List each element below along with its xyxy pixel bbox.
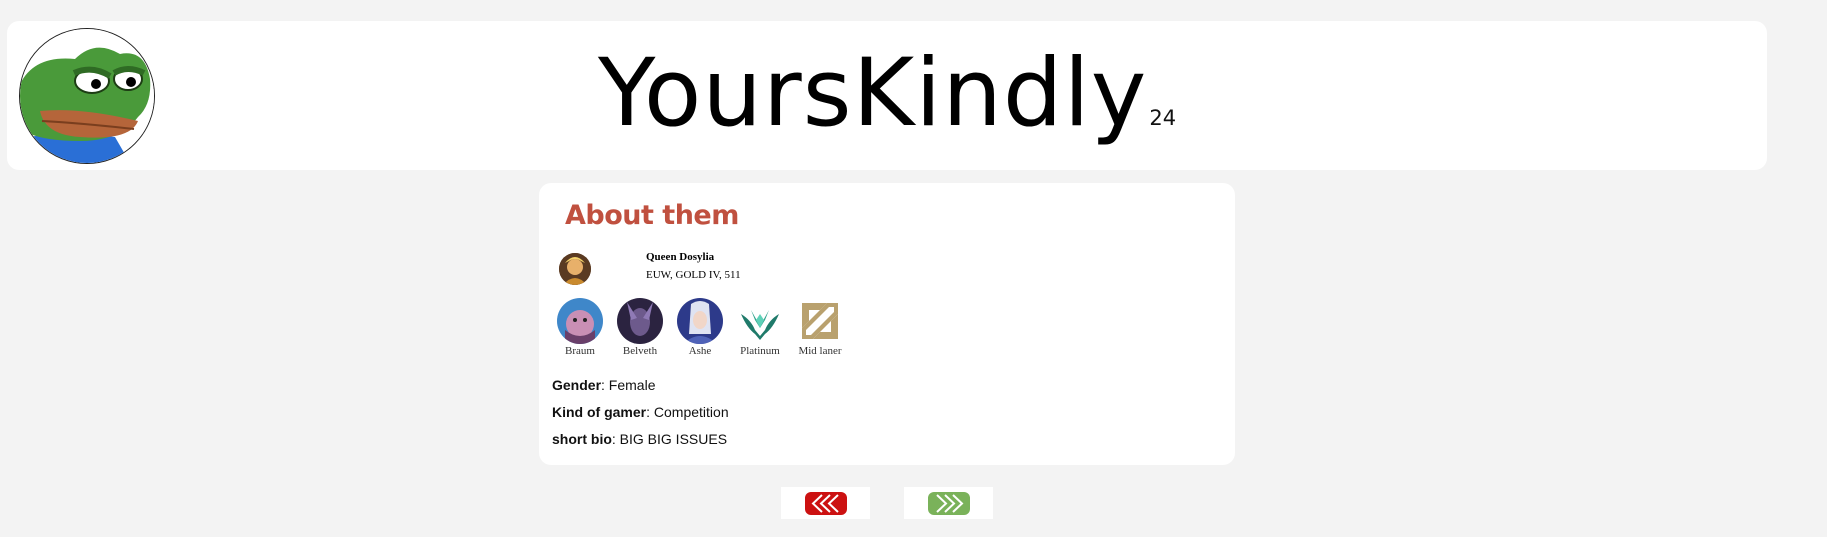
header-bar: YoursKindly24	[7, 21, 1767, 170]
info-kind-of-gamer: Kind of gamer: Competition	[552, 404, 729, 420]
info-value: : Female	[601, 377, 656, 393]
badge-label: Mid laner	[798, 345, 842, 357]
info-value: : BIG BIG ISSUES	[611, 431, 728, 447]
profile-name: Queen Dosylia	[646, 251, 715, 263]
badge-label: Belveth	[622, 345, 658, 357]
belveth-champion-icon	[617, 298, 663, 344]
badge-ashe[interactable]: Ashe	[670, 298, 730, 357]
info-value: : Competition	[646, 404, 729, 420]
braum-champion-icon	[557, 298, 603, 344]
next-button[interactable]	[928, 492, 970, 515]
info-short-bio: short bio: BIG BIG ISSUES	[552, 431, 727, 447]
profile-details: EUW, GOLD IV, 511	[646, 269, 741, 281]
card-heading: About them	[565, 200, 739, 231]
info-key: short bio	[552, 431, 612, 447]
title-text: YoursKindly	[597, 39, 1148, 148]
prev-button-box	[781, 487, 870, 519]
info-gender: Gender: Female	[552, 377, 655, 393]
title-superscript: 24	[1149, 106, 1177, 130]
info-key: Gender	[552, 377, 602, 393]
badge-label: Ashe	[688, 345, 712, 357]
prev-button[interactable]	[805, 492, 847, 515]
site-title: YoursKindly24	[7, 39, 1767, 148]
info-key: Kind of gamer	[552, 404, 647, 420]
badge-platinum[interactable]: Platinum	[730, 298, 790, 357]
badge-braum[interactable]: Braum	[550, 298, 610, 357]
mid-lane-icon	[797, 298, 843, 344]
ashe-champion-icon	[677, 298, 723, 344]
platinum-rank-icon	[737, 298, 783, 344]
profile-avatar	[559, 253, 591, 285]
badge-belveth[interactable]: Belveth	[610, 298, 670, 357]
chevrons-left-icon	[811, 494, 839, 513]
badges-row: Braum Belveth Ashe Platinum Mid laner	[550, 298, 870, 363]
about-card: About them Queen Dosylia EUW, GOLD IV, 5…	[539, 183, 1235, 465]
next-button-box	[904, 487, 993, 519]
badge-label: Braum	[565, 345, 595, 357]
chevrons-right-icon	[936, 494, 964, 513]
badge-label: Platinum	[740, 345, 780, 357]
badge-mid-laner[interactable]: Mid laner	[790, 298, 850, 357]
